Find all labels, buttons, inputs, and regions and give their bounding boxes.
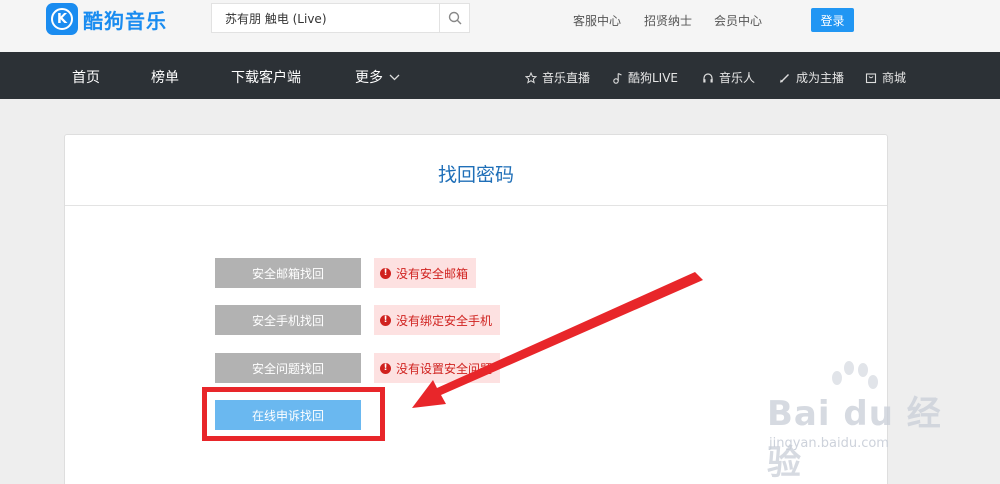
watermark-url: jingyan.baidu.com xyxy=(769,436,889,451)
baidu-watermark: Bai du 经验 jingyan.baidu.com xyxy=(755,361,955,483)
watermark-text: Bai du 经验 xyxy=(767,394,942,483)
